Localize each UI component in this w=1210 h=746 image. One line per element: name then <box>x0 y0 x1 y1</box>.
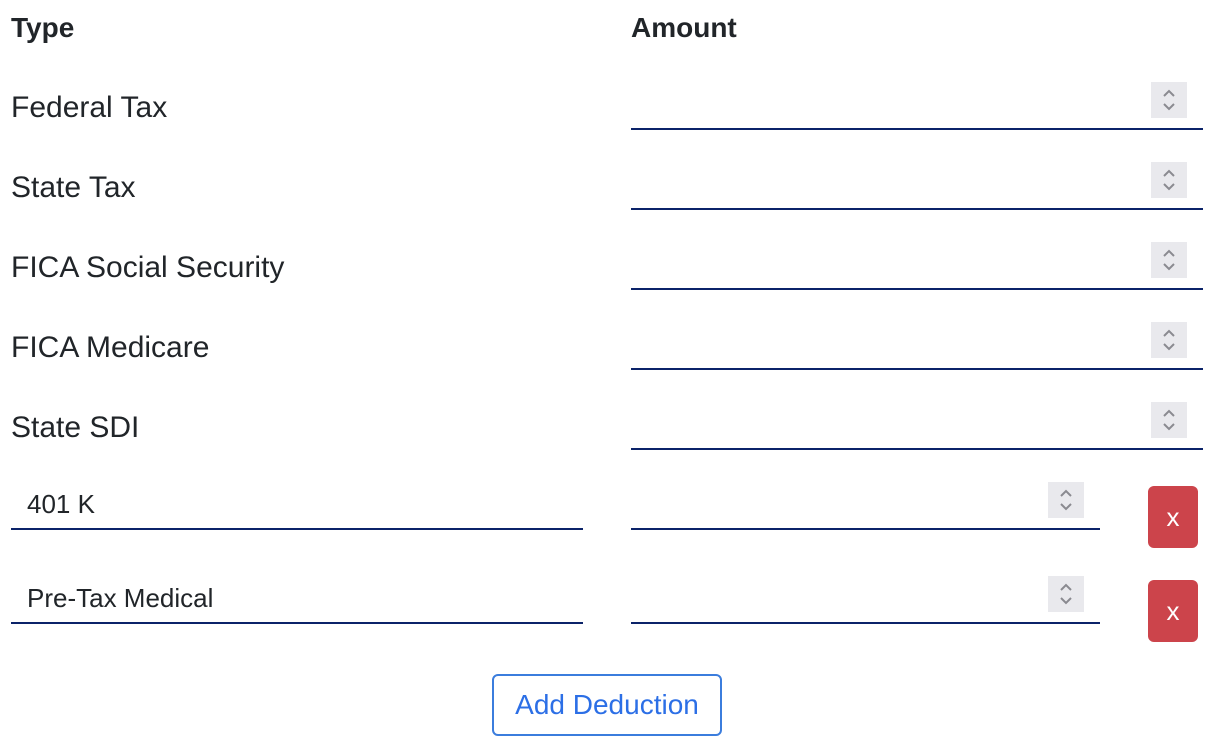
type-input[interactable] <box>11 480 583 528</box>
spinner-icon[interactable] <box>1151 322 1187 358</box>
row-label-state-tax: State Tax <box>11 171 136 204</box>
row-label-fica-social-security: FICA Social Security <box>11 251 285 284</box>
amount-input[interactable] <box>631 320 1203 368</box>
spinner-icon[interactable] <box>1151 82 1187 118</box>
spinner-icon[interactable] <box>1151 242 1187 278</box>
amount-input[interactable] <box>631 80 1203 128</box>
amount-field-401k[interactable] <box>631 480 1100 530</box>
header-type: Type <box>11 12 75 43</box>
amount-input[interactable] <box>631 240 1203 288</box>
spinner-icon[interactable] <box>1151 402 1187 438</box>
amount-field-federal-tax[interactable] <box>631 80 1203 130</box>
add-deduction-button[interactable]: Add Deduction <box>492 674 722 736</box>
amount-input[interactable] <box>631 160 1203 208</box>
spinner-icon[interactable] <box>1151 162 1187 198</box>
row-label-federal-tax: Federal Tax <box>11 91 168 124</box>
spinner-icon[interactable] <box>1048 482 1084 518</box>
amount-input[interactable] <box>631 480 1100 528</box>
type-field-pre-tax-medical[interactable] <box>11 574 583 624</box>
remove-button-401k[interactable]: x <box>1148 486 1198 548</box>
row-label-state-sdi: State SDI <box>11 411 140 444</box>
amount-input[interactable] <box>631 574 1100 622</box>
spinner-icon[interactable] <box>1048 576 1084 612</box>
type-input[interactable] <box>11 574 583 622</box>
amount-field-fica-medicare[interactable] <box>631 320 1203 370</box>
amount-field-fica-social-security[interactable] <box>631 240 1203 290</box>
remove-button-pre-tax-medical[interactable]: x <box>1148 580 1198 642</box>
header-amount: Amount <box>631 12 737 43</box>
row-label-fica-medicare: FICA Medicare <box>11 331 210 364</box>
type-field-401k[interactable] <box>11 480 583 530</box>
amount-field-state-tax[interactable] <box>631 160 1203 210</box>
amount-input[interactable] <box>631 400 1203 448</box>
amount-field-pre-tax-medical[interactable] <box>631 574 1100 624</box>
amount-field-state-sdi[interactable] <box>631 400 1203 450</box>
